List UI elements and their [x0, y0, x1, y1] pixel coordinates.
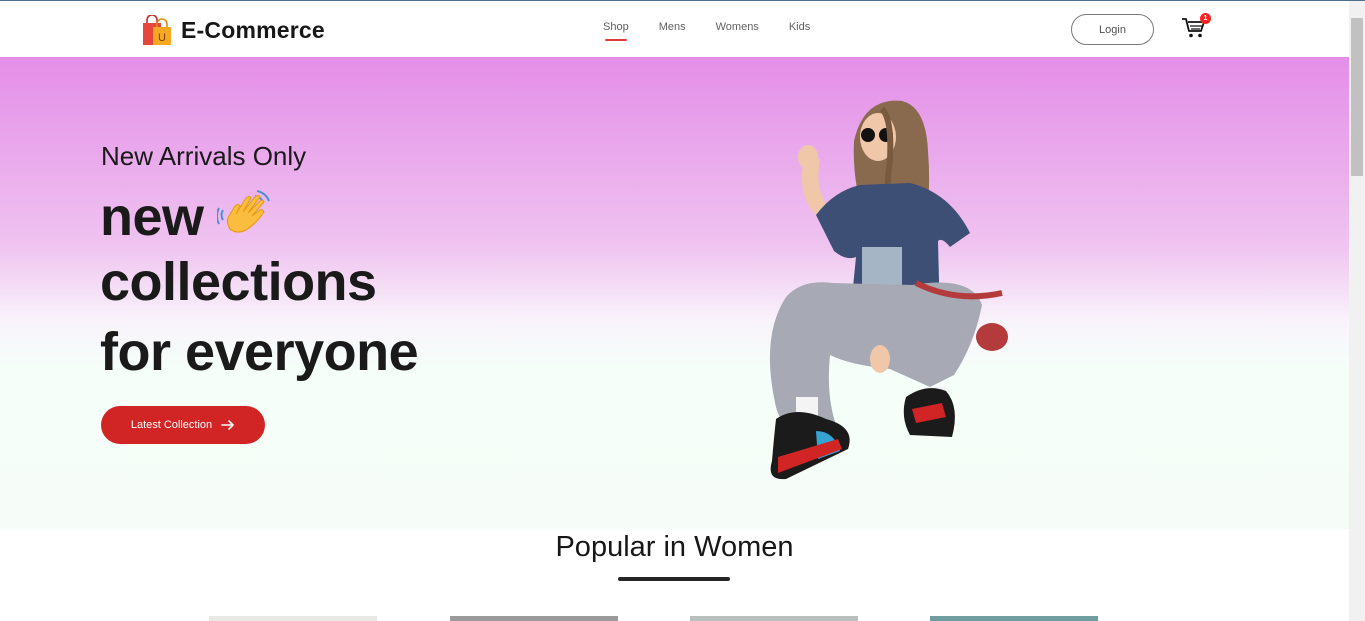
svg-text:U: U: [158, 32, 166, 44]
product-card[interactable]: [690, 616, 858, 621]
hero-headline-line-1: new: [100, 187, 204, 247]
nav-item-shop[interactable]: Shop: [603, 21, 629, 41]
hero-banner: New Arrivals Only new collections for ev…: [0, 57, 1349, 529]
section-title: Popular in Women: [555, 531, 794, 563]
scrollbar-thumb[interactable]: [1351, 18, 1363, 176]
arrow-right-icon: [221, 420, 234, 430]
product-card[interactable]: [930, 616, 1098, 621]
waving-hand-icon: [217, 190, 270, 233]
login-button[interactable]: Login: [1071, 14, 1154, 45]
latest-collection-label: Latest Collection: [130, 419, 213, 431]
shopping-bag-icon: U: [143, 15, 171, 45]
hero-headline-line-2: collections: [100, 252, 377, 312]
product-card[interactable]: [450, 616, 618, 621]
hero-model-image: [769, 100, 1008, 480]
brand-name: E-Commerce: [181, 16, 325, 43]
main-menu: Shop Mens Womens Kids: [603, 21, 810, 41]
nav-item-womens[interactable]: Womens: [716, 21, 759, 33]
nav-item-mens[interactable]: Mens: [659, 21, 686, 33]
nav-item-kids[interactable]: Kids: [789, 21, 810, 33]
hero-subtitle: New Arrivals Only: [101, 141, 307, 171]
hero-headline-line-3: for everyone: [100, 322, 419, 382]
section-title-underline: [618, 577, 730, 581]
latest-collection-button[interactable]: Latest Collection: [101, 406, 265, 444]
product-card[interactable]: [209, 616, 377, 621]
logo[interactable]: U E-Commerce: [139, 15, 325, 45]
navbar: U E-Commerce Shop Mens Womens Kids Login…: [0, 1, 1349, 57]
cart-count-badge: 1: [1200, 13, 1211, 24]
